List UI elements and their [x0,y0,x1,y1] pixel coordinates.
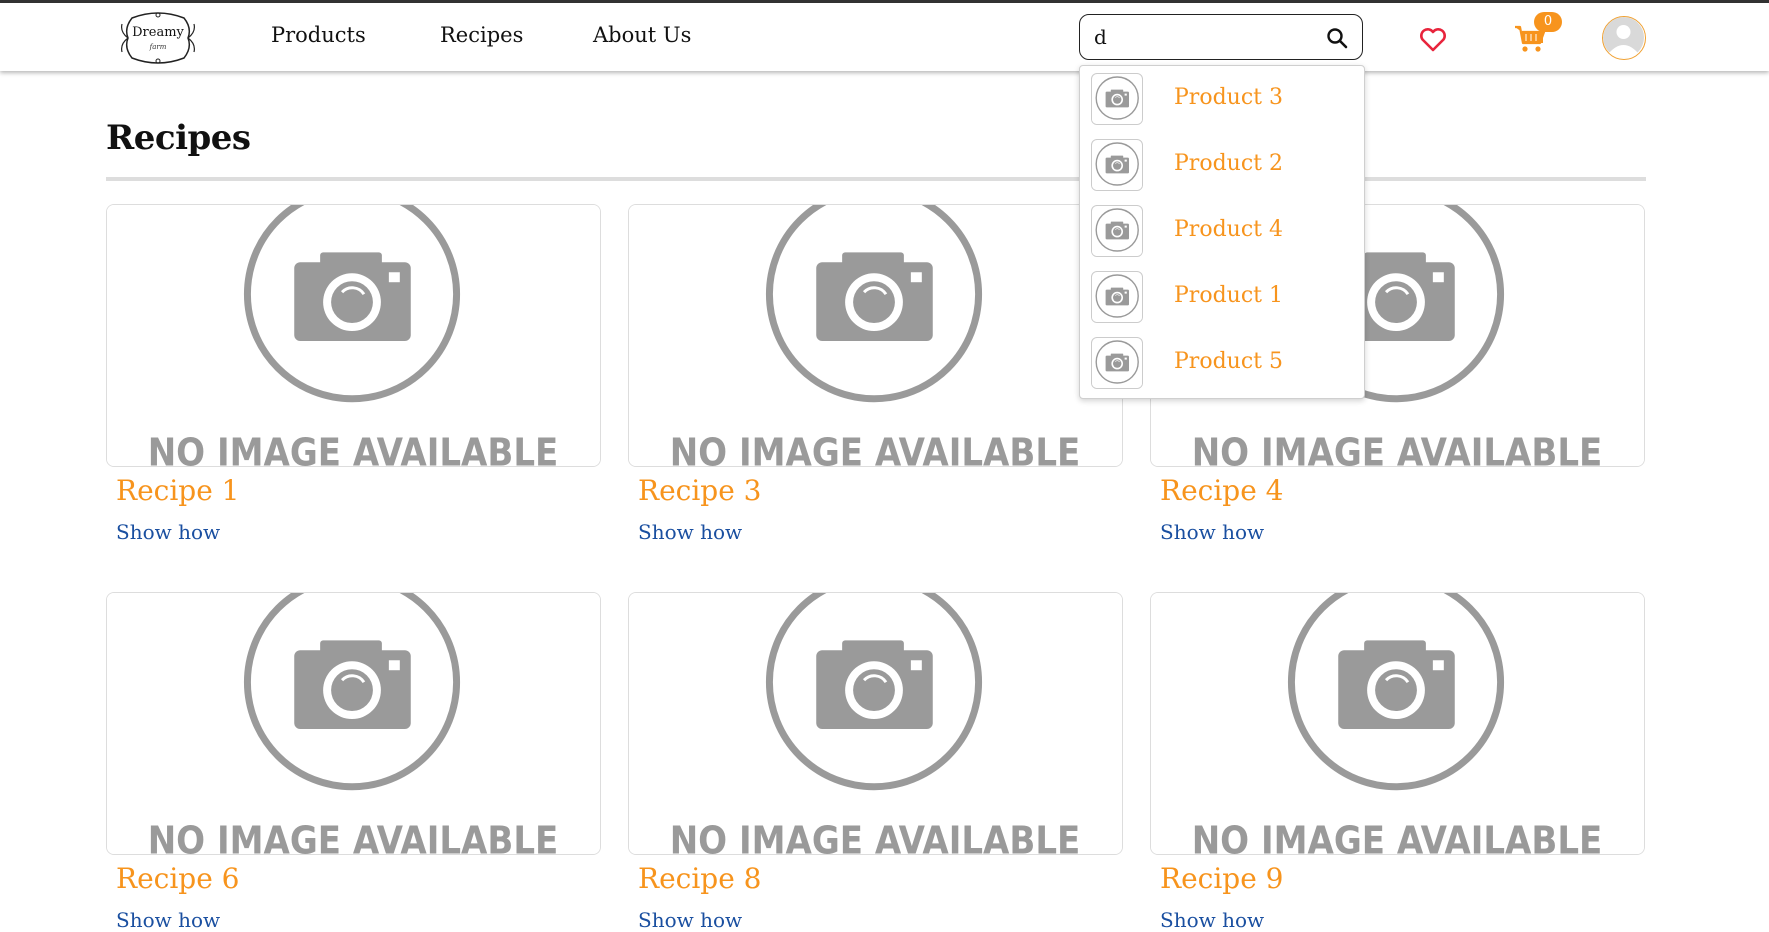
search-result-label[interactable]: Product 1 [1174,283,1283,308]
avatar[interactable] [1602,16,1646,60]
no-image-caption: NO IMAGE AVAILABLE [670,430,1081,466]
title-divider [106,177,1646,181]
no-image-caption: NO IMAGE AVAILABLE [1192,818,1603,854]
no-image-caption: NO IMAGE AVAILABLE [148,430,559,466]
search-result-item[interactable]: Product 3 [1080,66,1364,132]
search-box [1079,14,1363,60]
nav-link-products[interactable]: Products [271,23,366,47]
cart-count-badge: 0 [1534,12,1562,32]
no-image-camera-icon: NO IMAGE AVAILABLE [629,593,1122,854]
no-image-caption: NO IMAGE AVAILABLE [670,818,1081,854]
recipe-image-placeholder[interactable]: NO IMAGE AVAILABLE [106,204,601,467]
recipe-image-placeholder[interactable]: NO IMAGE AVAILABLE [106,592,601,855]
no-image-camera-icon [1092,76,1142,124]
search-suggestions-dropdown: Product 3 Product 2 Product 4 Product 1 … [1079,65,1365,399]
search-result-label[interactable]: Product 2 [1174,151,1283,176]
no-image-camera-icon [1092,340,1142,388]
no-image-caption: NO IMAGE AVAILABLE [148,818,559,854]
search-result-label[interactable]: Product 3 [1174,85,1283,110]
no-image-camera-icon [1092,274,1142,322]
product-thumbnail [1091,205,1143,257]
show-how-link[interactable]: Show how [116,520,220,544]
recipe-title[interactable]: Recipe 6 [116,862,240,895]
nav-link-recipes[interactable]: Recipes [440,23,523,47]
search-input[interactable] [1094,24,1314,50]
recipe-title[interactable]: Recipe 8 [638,862,762,895]
product-thumbnail [1091,139,1143,191]
product-thumbnail [1091,271,1143,323]
no-image-caption: NO IMAGE AVAILABLE [1192,430,1603,466]
show-how-link[interactable]: Show how [116,908,220,932]
show-how-link[interactable]: Show how [638,520,742,544]
search-result-label[interactable]: Product 4 [1174,217,1283,242]
product-thumbnail [1091,73,1143,125]
recipe-title[interactable]: Recipe 9 [1160,862,1284,895]
no-image-camera-icon: NO IMAGE AVAILABLE [107,205,600,466]
no-image-camera-icon [1092,208,1142,256]
no-image-camera-icon: NO IMAGE AVAILABLE [1151,593,1644,854]
navbar: Dreamy farm Products Recipes About Us 0 [0,3,1769,71]
recipe-title[interactable]: Recipe 4 [1160,474,1284,507]
nav-link-about-us[interactable]: About Us [593,23,691,47]
heart-icon[interactable] [1419,26,1447,52]
recipe-title[interactable]: Recipe 1 [116,474,240,507]
search-result-item[interactable]: Product 4 [1080,198,1364,264]
recipe-image-placeholder[interactable]: NO IMAGE AVAILABLE [628,592,1123,855]
search-result-label[interactable]: Product 5 [1174,349,1283,374]
search-icon[interactable] [1326,27,1348,49]
brand-tagline: farm [149,43,167,51]
search-result-item[interactable]: Product 1 [1080,264,1364,330]
recipe-image-placeholder[interactable]: NO IMAGE AVAILABLE [628,204,1123,467]
brand-logo[interactable]: Dreamy farm [118,10,198,66]
product-thumbnail [1091,337,1143,389]
recipe-image-placeholder[interactable]: NO IMAGE AVAILABLE [1150,592,1645,855]
no-image-camera-icon [1092,142,1142,190]
page-title: Recipes [106,118,251,158]
show-how-link[interactable]: Show how [1160,908,1264,932]
search-result-item[interactable]: Product 5 [1080,330,1364,396]
recipe-title[interactable]: Recipe 3 [638,474,762,507]
no-image-camera-icon: NO IMAGE AVAILABLE [107,593,600,854]
search-result-item[interactable]: Product 2 [1080,132,1364,198]
user-avatar-icon [1603,17,1644,58]
show-how-link[interactable]: Show how [638,908,742,932]
show-how-link[interactable]: Show how [1160,520,1264,544]
no-image-camera-icon: NO IMAGE AVAILABLE [629,205,1122,466]
brand-name: Dreamy [132,25,184,40]
